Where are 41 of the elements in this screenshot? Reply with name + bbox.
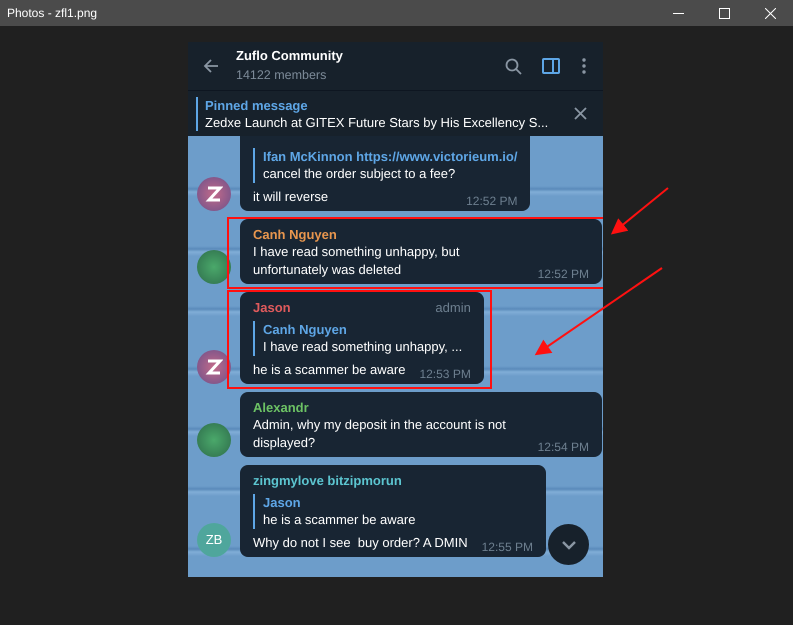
reply-text: he is a scammer be aware — [263, 511, 416, 529]
logo-avatar-icon — [197, 350, 231, 384]
admin-label: admin — [435, 299, 471, 316]
message-text: I have read something unhappy, but unfortunately was deleted — [253, 243, 460, 279]
sender-name: Jason — [253, 299, 291, 316]
message-text: he is a scammer be aware — [253, 361, 406, 379]
reply-author: Ifan McKinnon https://www.victorieum.io/ — [263, 148, 518, 165]
sidebar-toggle-icon[interactable] — [542, 58, 560, 74]
message-text: Why do not I see buy order? A DMIN — [253, 534, 468, 552]
more-options-icon[interactable] — [582, 58, 586, 74]
back-arrow-icon[interactable] — [203, 58, 219, 74]
message-text: Admin, why my deposit in the account is not displayed? — [253, 416, 507, 452]
avatar-photo-placeholder — [197, 423, 231, 457]
pinned-message-bar[interactable]: Pinned message Zedxe Launch at GITEX Future Stars by His Excellency S... — [188, 90, 603, 136]
sender-name: Alexandr — [253, 399, 309, 416]
chat-title: Zuflo Community — [236, 48, 343, 64]
message-time: 12:53 PM — [419, 366, 471, 382]
pinned-label: Pinned message — [205, 96, 309, 114]
pinned-text: Zedxe Launch at GITEX Future Stars by His Excellency S... — [205, 114, 548, 130]
member-count: 14122 members — [236, 67, 328, 84]
reply-text: I have read something unhappy, ... — [263, 338, 462, 356]
reply-author: Canh Nguyen — [263, 321, 348, 338]
avatar-initials: ZB — [197, 523, 231, 557]
annotation-arrow — [610, 187, 669, 235]
search-icon[interactable] — [505, 58, 522, 74]
avatar-photo-placeholder — [197, 250, 231, 284]
message-text: it will reverse — [253, 188, 328, 206]
window-title: Photos - zfl1.png — [7, 5, 98, 22]
chevron-down-icon — [560, 540, 576, 550]
message-time: 12:55 PM — [482, 539, 533, 555]
close-icon — [764, 8, 776, 18]
sender-name: Canh Nguyen — [253, 226, 337, 243]
close-icon[interactable] — [574, 107, 587, 120]
message-time: 12:52 PM — [538, 266, 589, 282]
logo-avatar-icon — [197, 177, 231, 211]
message-time: 12:52 PM — [466, 193, 518, 209]
reply-author: Jason — [263, 494, 302, 511]
message-time: 12:54 PM — [538, 439, 589, 455]
reply-text: cancel the order subject to a fee? — [263, 165, 456, 183]
maximize-icon — [718, 8, 730, 18]
sender-name: zingmylove bitzipmorun — [253, 472, 402, 489]
